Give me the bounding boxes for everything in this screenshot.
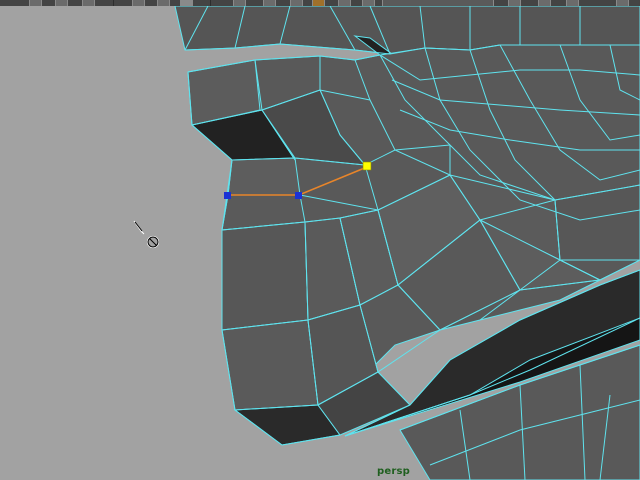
snap-icon[interactable] xyxy=(290,0,303,6)
component-vertex[interactable] xyxy=(295,192,302,199)
mesh-faces xyxy=(174,5,640,480)
cursor-no-drop-icon xyxy=(133,220,160,249)
settings-icon[interactable] xyxy=(362,0,375,6)
viewport-persp[interactable] xyxy=(0,5,640,480)
new-scene-icon[interactable] xyxy=(29,0,42,6)
ipr-icon[interactable] xyxy=(338,0,351,6)
grid-icon[interactable] xyxy=(233,0,246,6)
paint-select-icon[interactable] xyxy=(180,0,193,6)
toolbar xyxy=(0,0,640,6)
save-scene-icon[interactable] xyxy=(82,0,95,6)
toolbar-separator xyxy=(210,0,211,6)
selected-vertex[interactable] xyxy=(362,161,372,171)
component-vertex[interactable] xyxy=(224,192,231,199)
toolbar-separator xyxy=(113,0,114,6)
open-scene-icon[interactable] xyxy=(55,0,68,6)
camera-name-label: persp xyxy=(377,466,410,477)
mesh-wireframe[interactable] xyxy=(0,0,640,480)
magnet-icon[interactable] xyxy=(263,0,276,6)
select-tool-icon[interactable] xyxy=(132,0,145,6)
lasso-tool-icon[interactable] xyxy=(157,0,170,6)
forward-arrow-icon[interactable] xyxy=(566,0,579,6)
command-field[interactable] xyxy=(382,0,494,6)
back-arrow-icon[interactable] xyxy=(538,0,551,6)
layout-icon[interactable] xyxy=(508,0,521,6)
render-icon[interactable] xyxy=(312,0,325,6)
panel-icon[interactable] xyxy=(616,0,629,6)
